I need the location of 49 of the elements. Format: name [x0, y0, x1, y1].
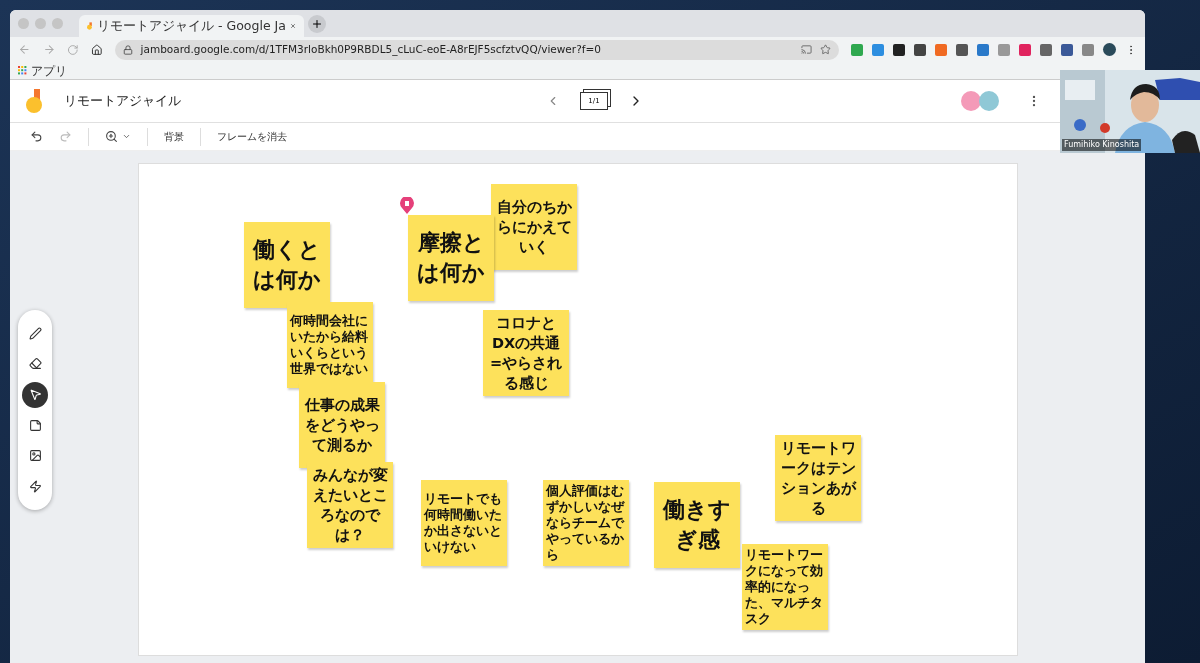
sticky-note[interactable]: 自分のちからにかえていく	[491, 184, 577, 270]
eraser-icon	[28, 357, 42, 371]
toolbar-button[interactable]: フレームを消去	[217, 129, 287, 144]
laser-icon	[28, 480, 42, 494]
sticky-note[interactable]: 働くとは何か	[244, 222, 330, 308]
extension-icon[interactable]	[1061, 43, 1073, 56]
sticky-note[interactable]: みんなが変えたいところなのでは？	[307, 462, 393, 548]
collaborator-avatar	[979, 91, 999, 111]
toolbar-button[interactable]: 背景	[164, 129, 184, 144]
extension-icon[interactable]	[893, 43, 905, 56]
sticky-note[interactable]: コロナとDXの共通=やらされる感じ	[483, 310, 569, 396]
url-text: jamboard.google.com/d/1TFM3rloBkh0P9RBDL5_cLuC-eoE-A8rEJF5scfztvQQ/viewer?f=0	[140, 41, 602, 58]
select-icon	[28, 388, 42, 402]
jamboard-logo-icon	[26, 89, 44, 113]
bookmark-star-icon[interactable]	[820, 44, 831, 55]
collaborator-avatar	[961, 91, 981, 111]
close-icon[interactable]	[289, 21, 296, 31]
participant-name: Fumihiko Kinoshita	[1062, 139, 1142, 151]
note-icon	[28, 418, 42, 432]
sticky-note[interactable]: 摩擦とは何か	[408, 215, 494, 301]
jamboard-logo-icon	[87, 20, 94, 32]
pen-icon	[28, 326, 42, 340]
new-tab-button[interactable]	[308, 14, 326, 33]
plus-icon	[311, 17, 323, 30]
select-tool-button[interactable]	[22, 381, 48, 408]
zoom-icon[interactable]	[105, 130, 118, 143]
sticky-note[interactable]: リモートでも何時間働いたか出さないといけない	[421, 480, 507, 566]
profile-avatar[interactable]	[1103, 43, 1116, 56]
extension-icon[interactable]	[914, 43, 926, 56]
address-bar[interactable]: jamboard.google.com/d/1TFM3rloBkh0P9RBDL5_cLuC-eoE-A8rEJF5scfztvQQ/viewer?f=0	[114, 39, 839, 60]
collaborator-pin-icon	[400, 197, 414, 214]
browser-tab[interactable]: リモートアジャイル - Google Ja	[79, 15, 304, 37]
cast-icon[interactable]	[801, 44, 812, 55]
undo-icon[interactable]	[30, 130, 43, 143]
tab-title: リモートアジャイル - Google Ja	[97, 16, 286, 35]
sticky-note[interactable]: 働きすぎ感	[654, 482, 740, 568]
board-title: リモートアジャイル	[64, 92, 181, 111]
sticky-note[interactable]: 仕事の成果をどうやって測るか	[299, 382, 385, 468]
sticky-note[interactable]: リモートワークはテンションあがる	[775, 435, 861, 521]
home-icon[interactable]	[90, 43, 103, 56]
extension-icon[interactable]	[956, 43, 968, 56]
sticky-note[interactable]: 個人評価はむずかしいなぜならチームでやっているから	[543, 480, 629, 566]
dropdown-caret-icon[interactable]	[122, 132, 131, 141]
apps-grid-icon[interactable]	[18, 66, 27, 75]
sticky-note[interactable]: 何時間会社にいたから給料いくらという世界ではない	[287, 302, 373, 388]
bookmark-link[interactable]: アプリ	[31, 63, 67, 78]
lock-icon	[122, 44, 133, 55]
sticky-note[interactable]: リモートワークになって効率的になった、マルチタスク	[742, 544, 828, 630]
image-icon	[28, 449, 42, 463]
